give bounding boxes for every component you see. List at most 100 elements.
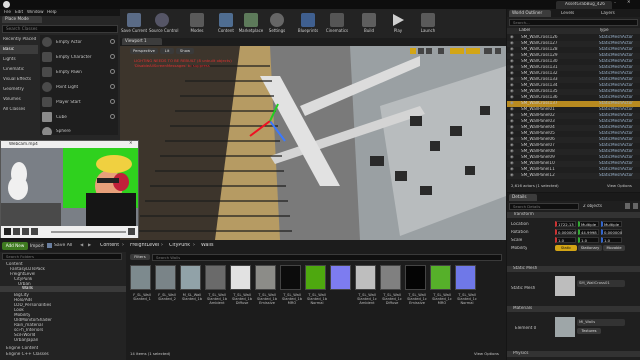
save-current-button[interactable]: Save Current <box>120 9 148 38</box>
menu-window[interactable]: Window <box>27 10 44 15</box>
place-mode-tab[interactable]: Place Mode <box>2 16 42 23</box>
perspective-button[interactable]: Perspective <box>130 48 158 54</box>
settings-button[interactable]: Settings <box>263 9 291 38</box>
static-mesh-combo[interactable]: SM_WallCross01 <box>577 280 625 287</box>
materials-header[interactable]: Materials <box>507 306 640 312</box>
tab-layers[interactable]: Layers <box>601 11 615 16</box>
rotation-y-field[interactable]: 44.9998 <box>578 229 599 235</box>
asset-thumb[interactable] <box>205 265 226 290</box>
asset-thumb[interactable] <box>405 265 426 290</box>
history-forward-icon[interactable]: ▶ <box>88 242 91 248</box>
rotate-mode-icon[interactable] <box>418 48 424 54</box>
location-z-field[interactable]: Multiple <box>601 221 622 227</box>
asset-thumb[interactable] <box>255 265 276 290</box>
translate-mode-icon[interactable] <box>410 48 416 54</box>
visibility-eye-icon[interactable]: ◉ <box>510 41 514 46</box>
scale-x-field[interactable]: 1.0 <box>555 237 576 243</box>
outliner-row[interactable]: ◉ SM_WallPanel12 StaticMeshActor <box>507 173 640 179</box>
asset-thumb[interactable] <box>355 265 376 290</box>
pause-icon[interactable] <box>13 228 20 235</box>
volume-icon[interactable] <box>128 228 135 235</box>
camera-speed-icon[interactable] <box>484 48 492 54</box>
asset-search-input[interactable]: Search Walls <box>152 254 502 261</box>
asset-thumb[interactable] <box>330 265 351 290</box>
marketplace-button[interactable]: Marketplace <box>237 9 265 38</box>
category-visual-effects[interactable]: Visual Effects <box>0 75 38 84</box>
asset-thumb[interactable] <box>180 265 201 290</box>
visibility-eye-icon[interactable]: ◉ <box>510 59 514 64</box>
class-search-input[interactable]: Search Classes <box>2 25 118 33</box>
visibility-eye-icon[interactable]: ◉ <box>510 53 514 58</box>
visibility-eye-icon[interactable]: ◉ <box>510 107 514 112</box>
help-icon[interactable] <box>110 54 115 59</box>
menu-file[interactable]: File <box>4 10 11 15</box>
transform-header[interactable]: Transform <box>507 212 640 218</box>
grid-view-icon[interactable] <box>633 203 638 209</box>
visibility-eye-icon[interactable]: ◉ <box>510 65 514 70</box>
save-all-button[interactable]: Save All <box>46 242 74 250</box>
seek-bar[interactable] <box>51 231 126 233</box>
asset-thumb[interactable] <box>430 265 451 290</box>
category-recently-placed[interactable]: Recently Placed <box>0 35 38 44</box>
launch-button[interactable]: Launch <box>414 9 442 38</box>
help-icon[interactable] <box>110 84 115 89</box>
tab-levels[interactable]: Levels <box>561 11 574 16</box>
lock-icon[interactable] <box>625 203 630 209</box>
mobility-static-button[interactable]: Static <box>555 245 577 251</box>
visibility-eye-icon[interactable]: ◉ <box>510 155 514 160</box>
material-combo[interactable]: MI_Walls <box>577 319 625 326</box>
tree-item[interactable]: UrbanJapan <box>14 338 38 343</box>
visibility-eye-icon[interactable]: ◉ <box>510 143 514 148</box>
visibility-eye-icon[interactable]: ◉ <box>510 161 514 166</box>
scale-z-field[interactable]: 1.0 <box>601 237 622 243</box>
outliner-view-options[interactable]: View Options <box>607 184 632 188</box>
class-item-empty-actor[interactable]: Empty Actor <box>40 35 118 50</box>
show-button[interactable]: Show <box>176 48 194 54</box>
visibility-eye-icon[interactable]: ◉ <box>510 125 514 130</box>
help-icon[interactable] <box>110 69 115 74</box>
world-local-icon[interactable] <box>438 48 444 54</box>
visibility-eye-icon[interactable]: ◉ <box>510 95 514 100</box>
category-cinematic[interactable]: Cinematic <box>0 65 38 74</box>
col-type[interactable]: Type <box>599 28 609 33</box>
scale-mode-icon[interactable] <box>426 48 432 54</box>
document-tab[interactable]: AssetGrabBug_426 <box>556 1 612 9</box>
cinematics-button[interactable]: Cinematics <box>323 9 351 38</box>
visibility-eye-icon[interactable]: ◉ <box>510 167 514 172</box>
class-item-point-light[interactable]: Point Light <box>40 80 118 95</box>
class-item-player-start[interactable]: Player Start <box>40 95 118 110</box>
details-search-input[interactable]: Search Details <box>509 203 579 210</box>
viewport[interactable]: Viewport 1 Perspective Lit Show LIGHTING… <box>120 38 506 240</box>
col-label[interactable]: Label <box>519 28 530 33</box>
blueprints-button[interactable]: Blueprints <box>294 9 322 38</box>
location-y-field[interactable]: Multiple <box>578 221 599 227</box>
tab-world-outliner[interactable]: World Outliner <box>509 10 551 17</box>
rotation-z-field[interactable]: 0.000000 <box>601 229 622 235</box>
play-icon[interactable] <box>4 228 11 235</box>
visibility-eye-icon[interactable]: ◉ <box>510 119 514 124</box>
mobility-movable-button[interactable]: Movable <box>603 245 625 251</box>
tree-item[interactable]: Engine Content <box>6 346 38 351</box>
modes-button[interactable]: Modes <box>183 9 211 38</box>
visibility-eye-icon[interactable]: ◉ <box>510 173 514 178</box>
visibility-eye-icon[interactable]: ◉ <box>510 71 514 76</box>
asset-thumb[interactable] <box>305 265 326 290</box>
mobility-stationary-button[interactable]: Stationary <box>578 245 602 251</box>
webcam-window[interactable]: Webcam.mp4 ✕ <box>0 140 139 238</box>
import-button[interactable]: Import <box>30 242 44 250</box>
category-basic[interactable]: Basic <box>0 45 38 54</box>
visibility-eye-icon[interactable]: ◉ <box>510 137 514 142</box>
breadcrumb-citypunk[interactable]: CityPunk <box>169 243 190 249</box>
category-lights[interactable]: Lights <box>0 55 38 64</box>
build-button[interactable]: Build <box>355 9 383 38</box>
help-icon[interactable] <box>110 114 115 119</box>
filters-button[interactable]: Filters <box>130 254 150 260</box>
webcam-close-icon[interactable]: ✕ <box>129 140 133 146</box>
static-mesh-thumbnail[interactable] <box>555 276 575 296</box>
view-options-button[interactable]: View Options <box>474 352 499 356</box>
visibility-eye-icon[interactable]: ◉ <box>510 131 514 136</box>
visibility-eye-icon[interactable]: ◉ <box>510 113 514 118</box>
visibility-eye-icon[interactable]: ◉ <box>510 101 514 106</box>
help-icon[interactable] <box>110 39 115 44</box>
asset-thumb[interactable] <box>455 265 476 290</box>
